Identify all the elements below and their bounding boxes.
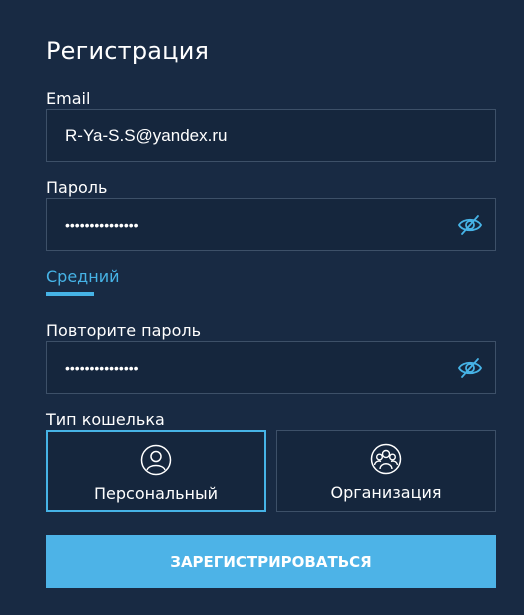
password-strength-bar (46, 292, 94, 296)
person-icon (140, 444, 172, 476)
eye-slash-icon[interactable] (457, 212, 483, 238)
wallet-option-label: Персональный (93, 484, 219, 503)
repeat-password-field-box (46, 341, 496, 394)
password-field-box (46, 198, 496, 251)
form-title: Регистрация (46, 37, 210, 65)
registration-form: Регистрация Email Пароль Средний Повтори… (0, 0, 524, 615)
password-strength-label: Средний (46, 267, 120, 286)
register-button[interactable]: ЗАРЕГИСТРИРОВАТЬСЯ (46, 535, 496, 588)
email-field-box (46, 109, 496, 162)
email-field[interactable] (65, 125, 435, 146)
eye-slash-icon[interactable] (457, 355, 483, 381)
repeat-password-label: Повторите пароль (46, 321, 202, 340)
wallet-option-personal[interactable]: Персональный (46, 430, 266, 512)
wallet-type-label: Тип кошелька (46, 410, 165, 429)
wallet-option-organization[interactable]: Организация (276, 430, 496, 512)
wallet-option-label: Организация (330, 483, 442, 502)
password-field[interactable] (65, 216, 435, 233)
password-label: Пароль (46, 178, 108, 197)
email-label: Email (46, 89, 91, 108)
group-icon (370, 443, 402, 475)
repeat-password-field[interactable] (65, 359, 435, 376)
